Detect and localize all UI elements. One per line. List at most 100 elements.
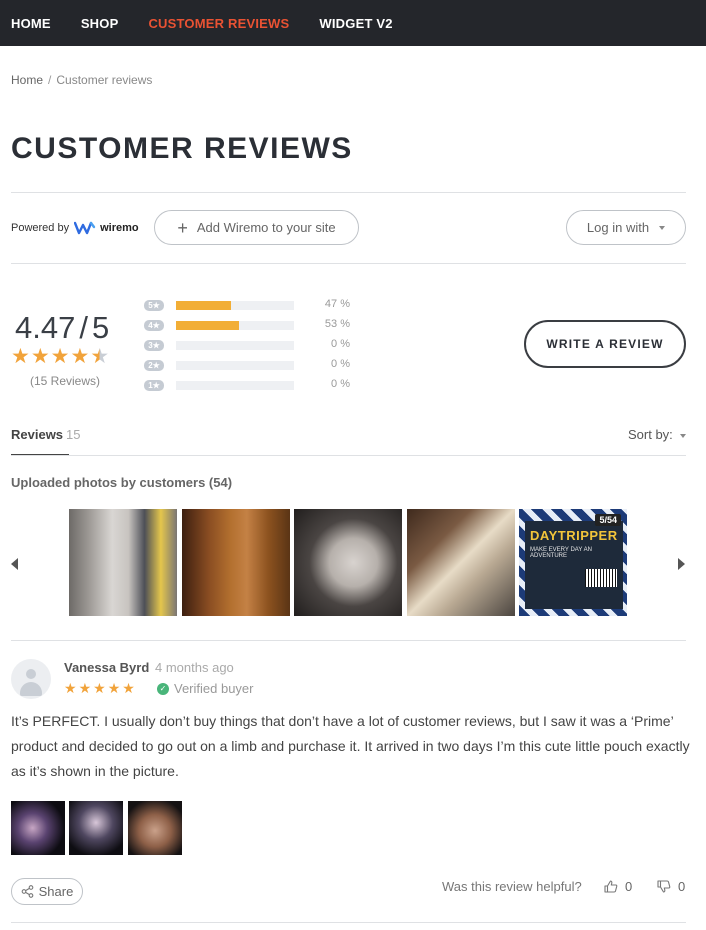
customer-photo[interactable] bbox=[182, 509, 290, 616]
star-icon: ★ bbox=[50, 345, 70, 368]
thumbs-down-icon bbox=[657, 880, 671, 893]
average-rating: 4.47/5 bbox=[15, 310, 109, 346]
rating-bar-fill bbox=[176, 301, 232, 310]
uploaded-photos-title: Uploaded photos by customers (54) bbox=[11, 475, 233, 490]
chevron-down-icon bbox=[659, 225, 666, 230]
review-count: (15 Reviews) bbox=[30, 374, 101, 388]
check-circle-icon: ✓ bbox=[157, 682, 169, 695]
tab-reviews-label: Reviews bbox=[11, 427, 64, 442]
add-wiremo-button[interactable]: + Add Wiremo to your site bbox=[154, 210, 359, 245]
rating-percent: 0 % bbox=[331, 378, 350, 390]
review-text: It’s PERFECT. I usually don’t buy things… bbox=[11, 713, 690, 779]
average-stars: ★ ★ ★ ★ ★ bbox=[11, 346, 110, 367]
review-photo[interactable] bbox=[128, 801, 182, 855]
rating-percent: 53 % bbox=[324, 318, 350, 330]
rating-bar-track bbox=[176, 381, 294, 390]
rating-row[interactable]: 5 ★ 47 % bbox=[144, 298, 350, 311]
divider bbox=[11, 640, 686, 641]
breadcrumb-separator: / bbox=[48, 73, 52, 87]
verified-badge: ✓ Verified buyer bbox=[157, 681, 254, 696]
rating-row[interactable]: 4 ★ 53 % bbox=[144, 318, 350, 331]
star-icon: ★ bbox=[64, 680, 77, 696]
half-star-icon: ★ bbox=[90, 345, 110, 368]
rating-row[interactable]: 1 ★ 0 % bbox=[144, 378, 350, 391]
average-max: 5 bbox=[91, 310, 110, 345]
star-icon: ★ bbox=[152, 320, 160, 330]
star-icon: ★ bbox=[70, 345, 90, 368]
thumbs-down-count: 0 bbox=[678, 879, 686, 894]
rating-percent: 47 % bbox=[324, 298, 350, 310]
average-value: 4.47 bbox=[15, 310, 76, 345]
wiremo-logo-icon bbox=[74, 221, 96, 235]
review-date: 4 months ago bbox=[155, 660, 234, 675]
chevron-down-icon bbox=[680, 433, 687, 438]
divider bbox=[11, 455, 686, 456]
star-icon: ★ bbox=[122, 680, 135, 696]
average-slash: / bbox=[79, 310, 88, 345]
carousel-prev-icon[interactable] bbox=[11, 558, 18, 570]
breadcrumb: Home / Customer reviews bbox=[11, 73, 152, 87]
tab-reviews-count: 15 bbox=[66, 427, 81, 442]
write-review-button[interactable]: WRITE A REVIEW bbox=[524, 320, 686, 368]
powered-by: Powered by wiremo bbox=[11, 221, 139, 235]
rating-bar-fill bbox=[176, 321, 239, 330]
thumbs-up-button[interactable]: 0 bbox=[604, 879, 632, 894]
breadcrumb-current: Customer reviews bbox=[56, 73, 153, 87]
customer-photo[interactable] bbox=[69, 509, 177, 616]
rating-bar-track bbox=[176, 301, 294, 310]
nav-item-widget-v2[interactable]: WIDGET V2 bbox=[319, 16, 392, 31]
thumbs-up-icon bbox=[604, 880, 618, 893]
page-title: CUSTOMER REVIEWS bbox=[11, 132, 353, 165]
barcode-icon bbox=[585, 569, 617, 587]
rating-row[interactable]: 3 ★ 0 % bbox=[144, 338, 350, 351]
avatar-body bbox=[20, 682, 42, 696]
rating-bar-track bbox=[176, 321, 294, 330]
star-icon: ★ bbox=[11, 345, 30, 368]
sort-label: Sort by: bbox=[628, 427, 673, 442]
star-icon: ★ bbox=[78, 680, 92, 696]
nav-item-customer-reviews[interactable]: CUSTOMER REVIEWS bbox=[148, 16, 289, 31]
breadcrumb-home-link[interactable]: Home bbox=[11, 73, 43, 87]
rating-bar-track bbox=[176, 341, 294, 350]
photo-headline: DAYTRIPPER bbox=[530, 528, 618, 543]
tab-reviews[interactable]: Reviews 15 bbox=[11, 427, 81, 442]
powered-by-label: Powered by bbox=[11, 222, 70, 234]
customer-photo[interactable] bbox=[294, 509, 402, 616]
photo-counter: 5/54 bbox=[595, 514, 621, 526]
customer-photo[interactable] bbox=[407, 509, 515, 616]
star-icon: ★ bbox=[152, 380, 160, 390]
wiremo-brand[interactable]: wiremo bbox=[100, 222, 139, 234]
nav-item-shop[interactable]: SHOP bbox=[81, 16, 119, 31]
rating-percent: 0 % bbox=[331, 358, 350, 370]
divider bbox=[11, 192, 686, 193]
login-with-dropdown[interactable]: Log in with bbox=[566, 210, 686, 245]
star-icon: ★ bbox=[107, 680, 121, 696]
sort-dropdown[interactable]: Sort by: bbox=[628, 427, 687, 442]
avatar bbox=[11, 659, 51, 699]
helpful-label: Was this review helpful? bbox=[442, 879, 582, 894]
share-button[interactable]: Share bbox=[11, 878, 83, 905]
star-level-badge: 3 ★ bbox=[144, 339, 164, 351]
avatar-head bbox=[26, 669, 36, 679]
rating-percent: 0 % bbox=[331, 338, 350, 350]
add-wiremo-label: Add Wiremo to your site bbox=[196, 220, 336, 235]
share-label: Share bbox=[38, 884, 74, 899]
divider bbox=[11, 263, 686, 264]
top-nav: HOME SHOP CUSTOMER REVIEWS WIDGET V2 bbox=[0, 0, 706, 46]
nav-item-home[interactable]: HOME bbox=[11, 16, 51, 31]
divider bbox=[11, 922, 686, 923]
star-icon: ★ bbox=[152, 340, 160, 350]
login-with-label: Log in with bbox=[586, 220, 650, 235]
rating-row[interactable]: 2 ★ 0 % bbox=[144, 358, 350, 371]
review-photo[interactable] bbox=[11, 801, 65, 855]
star-level-badge: 4 ★ bbox=[144, 319, 164, 331]
review-photo[interactable] bbox=[69, 801, 123, 855]
carousel-next-icon[interactable] bbox=[678, 558, 685, 570]
customer-photo[interactable]: DAYTRIPPER MAKE EVERY DAY AN ADVENTURE 5… bbox=[519, 509, 627, 616]
star-icon: ★ bbox=[152, 360, 160, 370]
thumbs-down-button[interactable]: 0 bbox=[657, 879, 685, 894]
photo-subtext: MAKE EVERY DAY AN ADVENTURE bbox=[530, 547, 592, 559]
thumbs-up-count: 0 bbox=[625, 879, 633, 894]
reviewer-name: Vanessa Byrd bbox=[64, 660, 150, 675]
share-icon bbox=[21, 885, 33, 898]
